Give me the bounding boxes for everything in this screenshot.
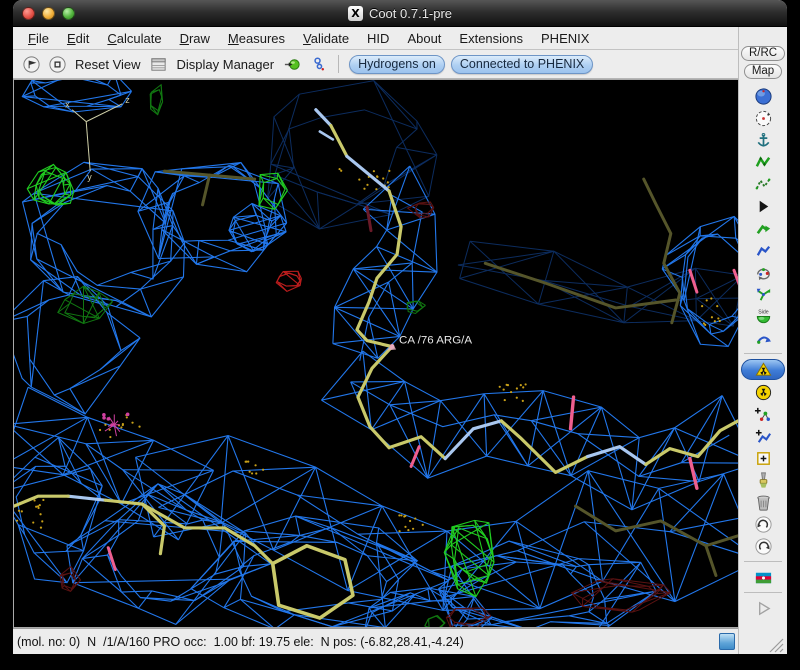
display-manager-button[interactable]: Display Manager [175, 57, 277, 72]
run-button[interactable] [741, 597, 785, 619]
torsion-general-button[interactable] [741, 261, 785, 283]
recenter-icon[interactable] [47, 54, 67, 74]
go-to-atom-icon[interactable] [282, 54, 302, 74]
resize-grip[interactable] [766, 635, 786, 653]
map-button[interactable]: Map [743, 63, 783, 79]
simple-mutate-button[interactable] [741, 381, 785, 403]
delete-item-button[interactable] [741, 491, 785, 513]
menu-edit[interactable]: Edit [58, 31, 98, 46]
paint-brush-button[interactable] [741, 469, 785, 491]
status-grip[interactable] [719, 633, 735, 650]
menu-file[interactable]: File [19, 31, 58, 46]
toolbar: Reset View Display Manager Hydrogens on … [13, 50, 738, 79]
auto-fit-rotamer-button[interactable] [741, 195, 785, 217]
add-alt-conf-button[interactable] [741, 403, 785, 425]
rotate-translate-zone-button[interactable] [741, 173, 785, 195]
hydrogens-toggle-button[interactable]: Hydrogens on [349, 54, 445, 74]
menu-draw[interactable]: Draw [171, 31, 219, 46]
zoom-button[interactable] [62, 6, 75, 20]
rotamers-button[interactable] [741, 217, 785, 239]
x11-icon: X [347, 5, 363, 21]
svg-text:Side: Side [758, 309, 769, 315]
status-text: (mol. no: 0) N /1/A/160 PRO occ: 1.00 bf… [17, 634, 464, 649]
rigid-body-fit-button[interactable] [741, 151, 785, 173]
menu-measures[interactable]: Measures [219, 31, 294, 46]
edit-backbone-button[interactable] [741, 327, 785, 349]
flip-sidechain-button[interactable] [741, 283, 785, 305]
toolbar-separator [338, 55, 340, 73]
gl-canvas[interactable]: x z y CA /76 ARG/A [14, 80, 738, 627]
redo-button[interactable] [741, 535, 785, 557]
mutate-and-autofit-button[interactable] [741, 359, 785, 380]
display-manager-icon[interactable] [149, 54, 169, 74]
atom-label: CA /76 ARG/A [399, 335, 472, 347]
ligand-builder-icon[interactable] [308, 54, 328, 74]
regularize-zone-button[interactable] [741, 107, 785, 129]
edit-chi-angles-button[interactable] [741, 239, 785, 261]
add-terminal-residue-button[interactable] [741, 425, 785, 447]
menu-about[interactable]: About [398, 31, 450, 46]
title-bar[interactable]: X Coot 0.7.1-pre [13, 0, 787, 27]
tool-stack: Side [739, 85, 787, 619]
menu-extensions[interactable]: Extensions [450, 31, 532, 46]
undo-button[interactable] [741, 513, 785, 535]
minimize-button[interactable] [42, 6, 55, 20]
place-atom-button[interactable] [741, 447, 785, 469]
menu-phenix[interactable]: PHENIX [532, 31, 598, 46]
rrc-button[interactable]: R/RC [740, 45, 786, 61]
coot-window: X Coot 0.7.1-pre File Edit Calculate Dra… [13, 0, 787, 654]
refine-sphere-button[interactable] [741, 85, 785, 107]
menu-hid[interactable]: HID [358, 31, 398, 46]
tool-separator [744, 353, 782, 354]
tool-separator [744, 592, 782, 593]
fix-atoms-button[interactable] [741, 129, 785, 151]
side-chain-180-button[interactable]: Side [741, 305, 785, 327]
svg-text:y: y [87, 172, 92, 182]
tool-separator [744, 561, 782, 562]
svg-text:x: x [65, 100, 70, 110]
back-view-icon[interactable] [21, 54, 41, 74]
canvas-frame: x z y CA /76 ARG/A [13, 79, 738, 628]
close-button[interactable] [22, 6, 35, 20]
menu-validate[interactable]: Validate [294, 31, 358, 46]
reset-view-button[interactable]: Reset View [73, 57, 143, 72]
menu-bar: File Edit Calculate Draw Measures Valida… [13, 27, 738, 50]
window-title: Coot 0.7.1-pre [368, 5, 453, 21]
right-tool-panel: R/RC Map Side [738, 27, 787, 654]
desktop-background: X Coot 0.7.1-pre File Edit Calculate Dra… [0, 0, 800, 670]
menu-calculate[interactable]: Calculate [98, 31, 170, 46]
svg-text:z: z [125, 95, 130, 105]
status-bar: (mol. no: 0) N /1/A/160 PRO occ: 1.00 bf… [13, 628, 738, 654]
phenix-connection-button[interactable]: Connected to PHENIX [450, 54, 594, 74]
flag-button[interactable] [741, 566, 785, 588]
